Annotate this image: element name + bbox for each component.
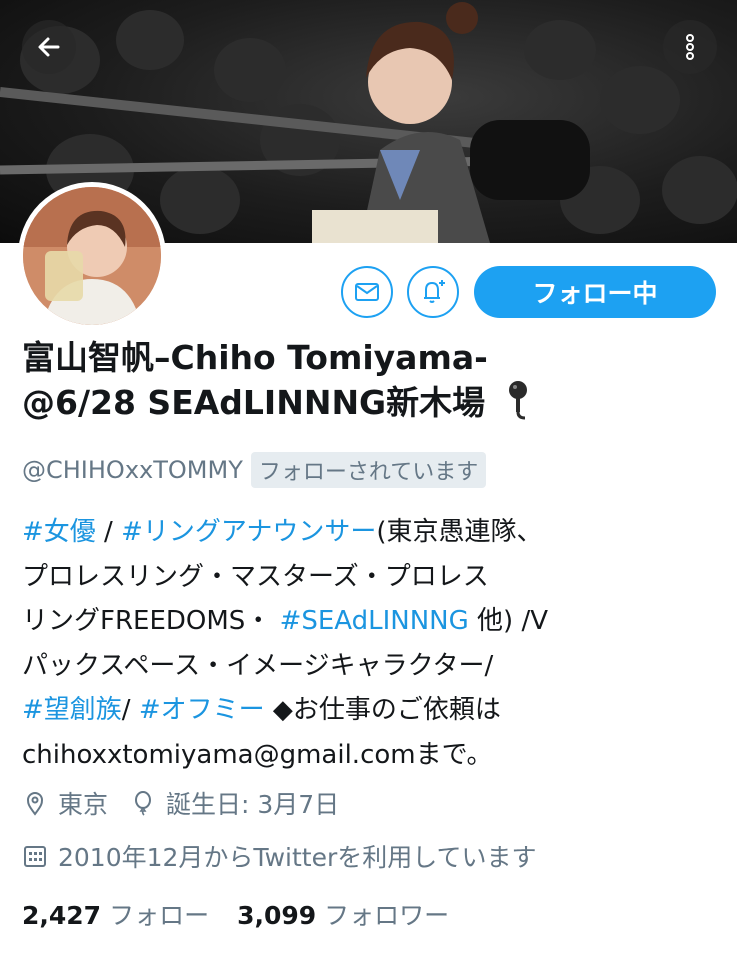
profile-avatar[interactable] <box>18 182 166 330</box>
followers-stat[interactable]: 3,099 フォロワー <box>237 896 449 932</box>
bio-text: (東京愚連隊、 <box>376 517 543 547</box>
profile-joined-row: 2010年12月からTwitterを利用しています <box>22 838 536 874</box>
joined-date-text: 2010年12月からTwitterを利用しています <box>58 843 537 872</box>
back-button[interactable] <box>22 20 76 74</box>
hashtag-link[interactable]: #リングアナウンサー <box>121 517 376 547</box>
display-name-line2: @6/28 SEAdLINNNG新木場 <box>22 380 722 425</box>
more-options-button[interactable] <box>663 20 717 74</box>
profile-meta-row: 東京 誕生日: 3月7日 <box>22 785 339 821</box>
bio-line: chihoxxtomiyama@gmail.comまで。 <box>22 739 493 770</box>
display-name: 富山智帆–Chiho Tomiyama- @6/28 SEAdLINNNG新木場 <box>22 336 722 425</box>
following-stat[interactable]: 2,427 フォロー <box>22 896 209 932</box>
bio-line: プロレスリング・マスターズ・プロレス <box>22 561 489 592</box>
display-name-line1: 富山智帆–Chiho Tomiyama- <box>22 338 488 377</box>
profile-bio: #女優 / #リングアナウンサー(東京愚連隊、 プロレスリング・マスターズ・プロ… <box>22 510 722 777</box>
balloon-icon <box>130 790 156 816</box>
follows-you-badge: フォローされています <box>250 452 487 488</box>
following-button[interactable]: フォロー中 <box>474 266 716 318</box>
bio-line: パックスペース・イメージキャラクター/ <box>22 650 494 681</box>
bell-plus-icon <box>424 280 445 303</box>
following-count: 2,427 <box>22 901 102 930</box>
user-handle: @CHIHOxxTOMMY <box>22 456 243 484</box>
bio-text: / <box>121 695 139 725</box>
arrow-left-icon <box>38 37 60 57</box>
display-name-line2-text: @6/28 SEAdLINNNG新木場 <box>22 383 486 422</box>
bio-line: リングFREEDOMS・ #SEAdLINNNG 他) /V <box>22 599 722 644</box>
birthday-text: 誕生日: 3月7日 <box>166 790 340 819</box>
hashtag-link[interactable]: #SEAdLINNNG <box>280 606 469 636</box>
bio-text: / <box>95 517 122 547</box>
message-button[interactable] <box>341 266 393 318</box>
location-text: 東京 <box>58 790 109 819</box>
envelope-icon <box>355 283 379 301</box>
hashtag-link[interactable]: #女優 <box>22 517 96 547</box>
follow-stats: 2,427 フォロー 3,099 フォロワー <box>22 896 449 932</box>
following-label: フォロー <box>109 901 210 930</box>
more-vertical-icon <box>686 34 694 60</box>
notifications-button[interactable] <box>407 266 459 318</box>
bio-line: #望創族/ #オフミー ◆お仕事のご依頼は <box>22 688 722 733</box>
followers-label: フォロワー <box>324 901 450 930</box>
avatar-photo <box>23 187 161 325</box>
location-pin-icon <box>22 790 48 816</box>
hashtag-link[interactable]: #望創族 <box>22 695 122 725</box>
microphone-icon <box>508 381 527 420</box>
bio-text: ◆お仕事のご依頼は <box>264 695 501 725</box>
calendar-icon <box>22 843 48 869</box>
bio-line: #女優 / #リングアナウンサー(東京愚連隊、 <box>22 510 722 555</box>
bio-text: リングFREEDOMS・ <box>22 606 280 636</box>
bio-text: 他) /V <box>468 606 549 636</box>
hashtag-link[interactable]: #オフミー <box>139 695 265 725</box>
followers-count: 3,099 <box>237 901 317 930</box>
handle-row: @CHIHOxxTOMMY フォローされています <box>22 452 487 488</box>
